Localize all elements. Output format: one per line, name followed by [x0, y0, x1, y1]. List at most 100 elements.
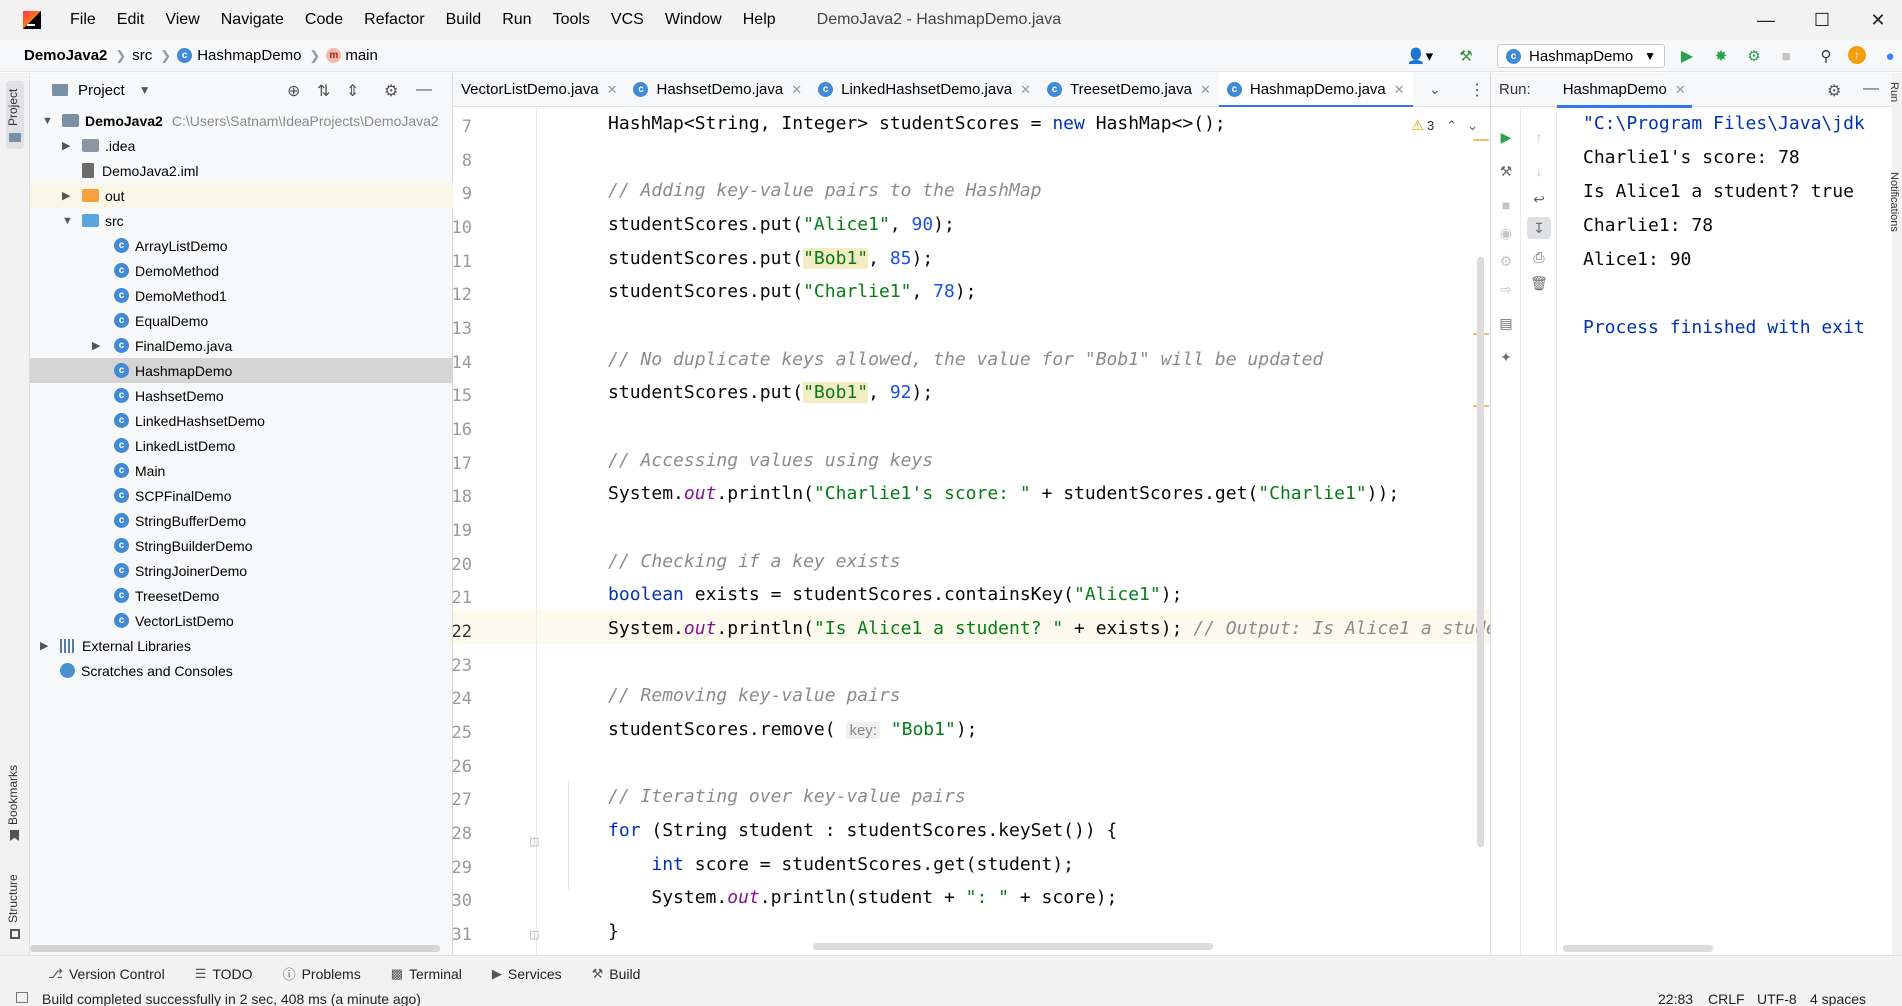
notifications-tool-label[interactable]: Notifications [1888, 172, 1900, 232]
terminal-button[interactable]: ▩ Terminal [391, 966, 462, 982]
scroll-to-end-icon[interactable]: ↧ [1527, 217, 1551, 239]
breadcrumb-class[interactable]: c HashmapDemo [177, 47, 301, 64]
gear-icon[interactable]: ⚙ [384, 81, 398, 101]
hide-icon[interactable]: — [416, 81, 432, 99]
collapse-all-icon[interactable]: ⇕ [346, 81, 359, 101]
menu-edit[interactable]: Edit [114, 9, 148, 31]
tree-item-class-selected[interactable]: c HashmapDemo [30, 358, 453, 383]
user-account-icon[interactable]: 👤▾ [1405, 46, 1435, 66]
close-icon[interactable]: ✕ [1394, 82, 1405, 98]
tree-item-class[interactable]: c VectorListDemo [30, 608, 453, 633]
chevron-up-icon[interactable]: ⌃ [1446, 118, 1457, 134]
tree-item-class[interactable]: c StringBufferDemo [30, 508, 453, 533]
menu-navigate[interactable]: Navigate [218, 9, 287, 31]
tree-item-class[interactable]: c EqualDemo [30, 308, 453, 333]
tree-item-class[interactable]: c TreesetDemo [30, 583, 453, 608]
menu-code[interactable]: Code [302, 9, 346, 31]
tree-item-class[interactable]: c DemoMethod1 [30, 283, 453, 308]
hide-icon[interactable]: — [1863, 80, 1879, 98]
tree-item-class[interactable]: c SCPFinalDemo [30, 483, 453, 508]
chevron-down-icon[interactable]: ⌄ [1467, 118, 1478, 134]
fold-icon[interactable]: ◫ [529, 928, 539, 941]
update-icon[interactable]: ↑ [1848, 46, 1866, 64]
chevron-right-icon[interactable]: ▶ [40, 639, 48, 652]
close-icon[interactable]: ✕ [1200, 82, 1211, 98]
breadcrumb-src[interactable]: src [132, 47, 152, 64]
bookmarks-tool-label[interactable]: Bookmarks [6, 765, 20, 825]
caret-position[interactable]: 22:83 [1658, 991, 1693, 1006]
menu-run[interactable]: Run [499, 9, 534, 31]
version-control-button[interactable]: ⎇ Version Control [48, 966, 165, 982]
warning-marker[interactable] [1473, 139, 1489, 141]
close-icon[interactable]: ✕ [607, 82, 618, 98]
menu-help[interactable]: Help [740, 9, 779, 31]
indent-setting[interactable]: 4 spaces [1810, 991, 1866, 1006]
structure-tool-label[interactable]: Structure [6, 874, 20, 923]
project-panel-title[interactable]: Project [78, 82, 125, 99]
tree-item-class[interactable]: c StringBuilderDemo [30, 533, 453, 558]
tree-item-class[interactable]: c DemoMethod [30, 258, 453, 283]
chevron-down-icon[interactable]: ▼ [62, 215, 73, 227]
tree-item-scratches[interactable]: Scratches and Consoles [30, 658, 453, 683]
chevron-right-icon[interactable]: ▶ [62, 139, 70, 152]
expand-all-icon[interactable]: ⇅ [317, 81, 330, 101]
gear-icon[interactable]: ⚙ [1827, 81, 1841, 101]
tree-item-class[interactable]: c Main [30, 458, 453, 483]
file-encoding[interactable]: UTF-8 [1757, 991, 1797, 1006]
stop-icon[interactable]: ■ [1496, 195, 1516, 215]
close-icon[interactable]: ✕ [1675, 82, 1686, 98]
code-editor[interactable]: 7 8 9 10 11 12 13 14 15 16 17 18 19 20 2… [453, 107, 1490, 955]
todo-button[interactable]: ☰ TODO [195, 966, 253, 982]
soft-wrap-icon[interactable]: ↩ [1529, 189, 1549, 209]
status-message[interactable]: Build completed successfully in 2 sec, 4… [42, 991, 421, 1006]
close-icon[interactable]: ✕ [791, 82, 802, 98]
tree-item-iml[interactable]: DemoJava2.iml [30, 158, 453, 183]
rerun-icon[interactable]: ▶ [1496, 127, 1516, 147]
menu-file[interactable]: File [67, 9, 99, 31]
tree-item-out[interactable]: ▶ out [30, 183, 453, 208]
more-icon[interactable]: ⋮ [1469, 80, 1485, 100]
line-separator[interactable]: CRLF [1708, 991, 1745, 1006]
chevron-down-icon[interactable]: ⌄ [1429, 81, 1441, 98]
project-tool-label[interactable]: Project [6, 89, 20, 126]
trash-icon[interactable]: 🗑 [1529, 273, 1549, 293]
chevron-down-icon[interactable]: ▼ [42, 115, 53, 127]
login-icon[interactable]: ⇨ [1496, 279, 1516, 299]
run-icon[interactable]: ▶ [1677, 46, 1697, 66]
print-icon[interactable]: ⎙ [1529, 247, 1549, 267]
tree-item-class[interactable]: c StringJoinerDemo [30, 558, 453, 583]
search-icon[interactable]: ⚲ [1816, 46, 1836, 66]
tree-item-src[interactable]: ▼ src [30, 208, 453, 233]
threads-icon[interactable]: ⚙ [1496, 251, 1516, 271]
tree-item-class[interactable]: c LinkedListDemo [30, 433, 453, 458]
tree-item-class[interactable]: c LinkedHashsetDemo [30, 408, 453, 433]
panel-toggle-icon[interactable] [16, 992, 28, 1003]
tab-hashsetdemo[interactable]: c HashsetDemo.java ✕ [625, 73, 810, 107]
editor-vertical-scrollbar[interactable] [1477, 257, 1484, 847]
coverage-icon[interactable]: ⚙ [1744, 46, 1764, 66]
build-button[interactable]: ⚒ Build [592, 966, 641, 982]
tree-item-idea[interactable]: ▶ .idea [30, 133, 453, 158]
chevron-right-icon[interactable]: ▶ [62, 189, 70, 202]
breadcrumb-project[interactable]: DemoJava2 [24, 47, 107, 64]
arrow-up-icon[interactable]: ↑ [1529, 127, 1549, 147]
run-tab-hashmapdemo[interactable]: HashmapDemo ✕ [1556, 73, 1692, 108]
run-configuration-select[interactable]: c HashmapDemo ▼ [1497, 44, 1665, 68]
chevron-down-icon[interactable]: ▼ [139, 83, 151, 97]
wrench-icon[interactable]: ⚒ [1496, 161, 1516, 181]
tree-item-class[interactable]: ▶ c FinalDemo.java [30, 333, 453, 358]
layout-icon[interactable]: ▤ [1496, 313, 1516, 333]
debug-icon[interactable]: ✸ [1711, 46, 1731, 66]
maximize-icon[interactable]: ☐ [1794, 0, 1850, 40]
chevron-right-icon[interactable]: ▶ [92, 339, 100, 352]
project-scrollbar[interactable] [30, 945, 453, 953]
close-window-icon[interactable]: ✕ [1850, 0, 1902, 40]
tree-item-root[interactable]: ▼ DemoJava2 C:\Users\Satnam\IdeaProjects… [30, 108, 453, 133]
locate-icon[interactable]: ⊕ [287, 81, 300, 101]
editor-horizontal-scrollbar[interactable] [813, 943, 1213, 950]
ide-features-icon[interactable]: ● [1880, 46, 1900, 66]
inspection-widget[interactable]: ⚠ 3 ⌃ ⌄ [1407, 115, 1482, 136]
tab-linkedhashsetdemo[interactable]: c LinkedHashsetDemo.java ✕ [810, 73, 1039, 107]
console-horizontal-scrollbar[interactable] [1563, 945, 1713, 952]
close-icon[interactable]: ✕ [1020, 82, 1031, 98]
